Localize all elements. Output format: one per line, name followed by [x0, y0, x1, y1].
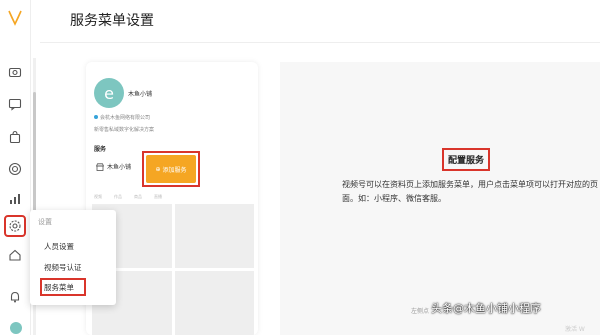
chart-icon[interactable]	[6, 190, 24, 208]
home-icon[interactable]	[6, 246, 24, 264]
config-description: 视频号可以在资料页上添加服务菜单，用户点击菜单项可以打开对应的页面。如：小程序、…	[342, 180, 598, 203]
services-label: 服务	[94, 146, 107, 153]
app-logo-icon	[8, 10, 22, 26]
shop-service-chip[interactable]: 木鱼小铺	[96, 162, 131, 171]
divider	[40, 42, 600, 43]
add-service-highlight	[142, 151, 200, 187]
message-icon[interactable]	[6, 95, 24, 113]
shop-avatar: e	[94, 78, 124, 108]
verified-icon	[94, 115, 98, 119]
sidebar	[0, 0, 31, 335]
tab-works[interactable]: 作品	[114, 194, 122, 200]
store-icon	[96, 162, 104, 171]
grid-item[interactable]	[174, 204, 254, 268]
camera-icon[interactable]	[6, 63, 24, 81]
avatar[interactable]	[10, 322, 22, 334]
tab-live[interactable]: 直播	[154, 194, 162, 200]
tab-products[interactable]: 商品	[134, 194, 142, 200]
activation-watermark: 激活 W	[565, 326, 585, 333]
content-grid	[92, 204, 254, 335]
company-name: 会杭木鱼网络有限公司	[94, 114, 150, 121]
popup-title: 设置	[38, 218, 52, 226]
menu-item-staff-settings[interactable]: 人员设置	[44, 241, 74, 252]
tab-videos[interactable]: 视频	[94, 194, 102, 200]
grid-item[interactable]	[174, 271, 254, 335]
shop-slogan: 新零售私域数字化解决方案	[94, 127, 155, 133]
bag-icon[interactable]	[6, 128, 24, 146]
settings-icon[interactable]	[4, 215, 26, 237]
config-hint: 左侧点	[411, 308, 430, 315]
bell-icon[interactable]	[6, 288, 24, 306]
settings-popup-menu: 设置 人员设置 视频号认证 服务菜单	[30, 210, 116, 305]
menu-item-channel-verification[interactable]: 视频号认证	[44, 262, 82, 273]
service-menu-highlight	[40, 278, 86, 296]
page-title: 服务菜单设置	[70, 13, 154, 29]
watermark: 头条@木鱼小铺小程序	[431, 302, 541, 315]
config-title: 配置服务	[442, 148, 491, 171]
target-icon[interactable]	[6, 160, 24, 178]
shop-name: 木鱼小铺	[128, 91, 153, 98]
content-tabs: 视频 作品 商品 直播	[94, 194, 162, 200]
